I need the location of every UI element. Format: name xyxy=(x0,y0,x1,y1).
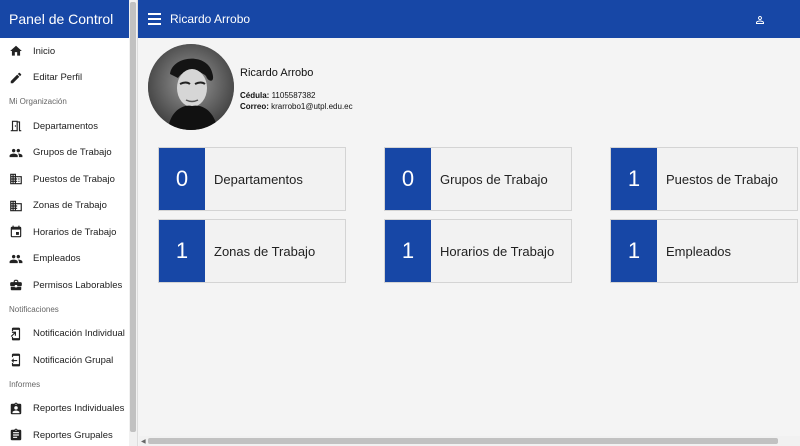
profile-correo: Correo: krarrobo1@utpl.edu.ec xyxy=(240,102,353,111)
sidebar-item-grupos-de-trabajo[interactable]: Grupos de Trabajo xyxy=(0,140,130,167)
assignment-icon xyxy=(9,428,23,442)
sidebar-item-label: Empleados xyxy=(33,253,81,265)
sidebar-section-mi-organizacion: Mi Organización xyxy=(9,97,67,106)
card-count: 0 xyxy=(385,148,431,210)
calendar-icon xyxy=(9,225,23,239)
scrollbar-thumb[interactable] xyxy=(148,438,778,444)
card-empleados[interactable]: 1 Empleados xyxy=(610,219,798,283)
assignment-ind-icon xyxy=(9,402,23,416)
sidebar-section-informes: Informes xyxy=(9,379,41,389)
sidebar-item-label: Grupos de Trabajo xyxy=(33,147,112,159)
phone-sync-icon xyxy=(9,353,23,367)
sidebar-section-notificaciones: Notificaciones xyxy=(9,304,59,314)
sidebar-menu: Inicio Editar Perfil Mi Organización Dep… xyxy=(0,38,130,446)
sidebar-item-reportes-individuales[interactable]: Reportes Individuales xyxy=(0,396,130,423)
card-count: 1 xyxy=(611,148,657,210)
people-icon xyxy=(9,252,23,266)
sidebar-item-inicio[interactable]: Inicio xyxy=(0,38,130,65)
sidebar-item-reportes-grupales[interactable]: Reportes Grupales xyxy=(0,422,130,446)
cedula-value: 1105587382 xyxy=(271,91,316,100)
top-bar: Ricardo Arrobo xyxy=(138,0,800,38)
sidebar-item-departamentos[interactable]: Departamentos xyxy=(0,113,130,140)
business-icon xyxy=(9,172,23,186)
horizontal-scrollbar[interactable]: ◀ xyxy=(139,436,800,446)
card-label: Zonas de Trabajo xyxy=(214,243,316,259)
sidebar-item-permisos-laborables[interactable]: Permisos Laborables xyxy=(0,272,130,299)
card-zonas-de-trabajo[interactable]: 1 Zonas de Trabajo xyxy=(158,219,346,283)
sidebar-item-label: Notificación Individual xyxy=(33,328,125,340)
sidebar-item-editar-perfil[interactable]: Editar Perfil xyxy=(0,65,130,92)
card-horarios-de-trabajo[interactable]: 1 Horarios de Trabajo xyxy=(384,219,572,283)
card-grupos-de-trabajo[interactable]: 0 Grupos de Trabajo xyxy=(384,147,572,211)
sidebar-item-empleados[interactable]: Empleados xyxy=(0,246,130,273)
sidebar-item-puestos-de-trabajo[interactable]: Puestos de Trabajo xyxy=(0,166,130,193)
domain-icon xyxy=(9,199,23,213)
sidebar-item-label: Reportes Grupales xyxy=(33,429,113,441)
cedula-label: Cédula: xyxy=(240,91,270,100)
page-title: Ricardo Arrobo xyxy=(170,12,251,26)
sidebar-item-label: Notificación Grupal xyxy=(33,354,114,366)
account-icon[interactable] xyxy=(754,13,766,25)
sidebar-item-notificacion-individual[interactable]: Notificación Individual xyxy=(0,321,130,348)
card-count: 1 xyxy=(159,220,205,282)
sidebar-item-label: Departamentos xyxy=(33,120,98,132)
card-puestos-de-trabajo[interactable]: 1 Puestos de Trabajo xyxy=(610,147,798,211)
card-label: Horarios de Trabajo xyxy=(440,243,555,259)
briefcase-icon xyxy=(9,278,23,292)
sidebar-item-zonas-de-trabajo[interactable]: Zonas de Trabajo xyxy=(0,193,130,220)
card-label: Empleados xyxy=(666,243,732,259)
home-icon xyxy=(9,44,23,58)
sidebar-item-label: Horarios de Trabajo xyxy=(33,226,117,238)
avatar xyxy=(148,44,234,130)
profile-name: Ricardo Arrobo xyxy=(240,67,314,79)
sidebar-item-label: Inicio xyxy=(33,45,56,57)
card-label: Departamentos xyxy=(214,171,303,187)
card-label: Grupos de Trabajo xyxy=(440,171,548,187)
sidebar-item-label: Reportes Individuales xyxy=(33,403,125,415)
sidebar-item-label: Permisos Laborables xyxy=(33,279,123,291)
sidebar-item-label: Editar Perfil xyxy=(33,72,83,84)
card-count: 1 xyxy=(611,220,657,282)
card-label: Puestos de Trabajo xyxy=(666,171,779,187)
sidebar-item-label: Puestos de Trabajo xyxy=(33,173,115,185)
phone-forward-icon xyxy=(9,327,23,341)
correo-label: Correo: xyxy=(240,102,269,111)
sidebar-item-label: Zonas de Trabajo xyxy=(33,200,107,212)
card-count: 0 xyxy=(159,148,205,210)
pencil-icon xyxy=(9,71,23,85)
card-departamentos[interactable]: 0 Departamentos xyxy=(158,147,346,211)
sidebar-title: Panel de Control xyxy=(0,0,137,38)
people-icon xyxy=(9,146,23,160)
sidebar: Panel de Control Inicio Editar Perfil Mi… xyxy=(0,0,138,446)
correo-value: krarrobo1@utpl.edu.ec xyxy=(271,102,353,111)
sidebar-item-horarios-de-trabajo[interactable]: Horarios de Trabajo xyxy=(0,219,130,246)
hamburger-menu-icon[interactable] xyxy=(148,13,161,25)
sidebar-scrollbar[interactable] xyxy=(129,0,137,446)
sidebar-item-notificacion-grupal[interactable]: Notificación Grupal xyxy=(0,347,130,374)
scroll-left-icon[interactable]: ◀ xyxy=(141,438,146,445)
profile-cedula: Cédula: 1105587382 xyxy=(240,91,315,100)
door-icon xyxy=(9,119,23,133)
card-count: 1 xyxy=(385,220,431,282)
